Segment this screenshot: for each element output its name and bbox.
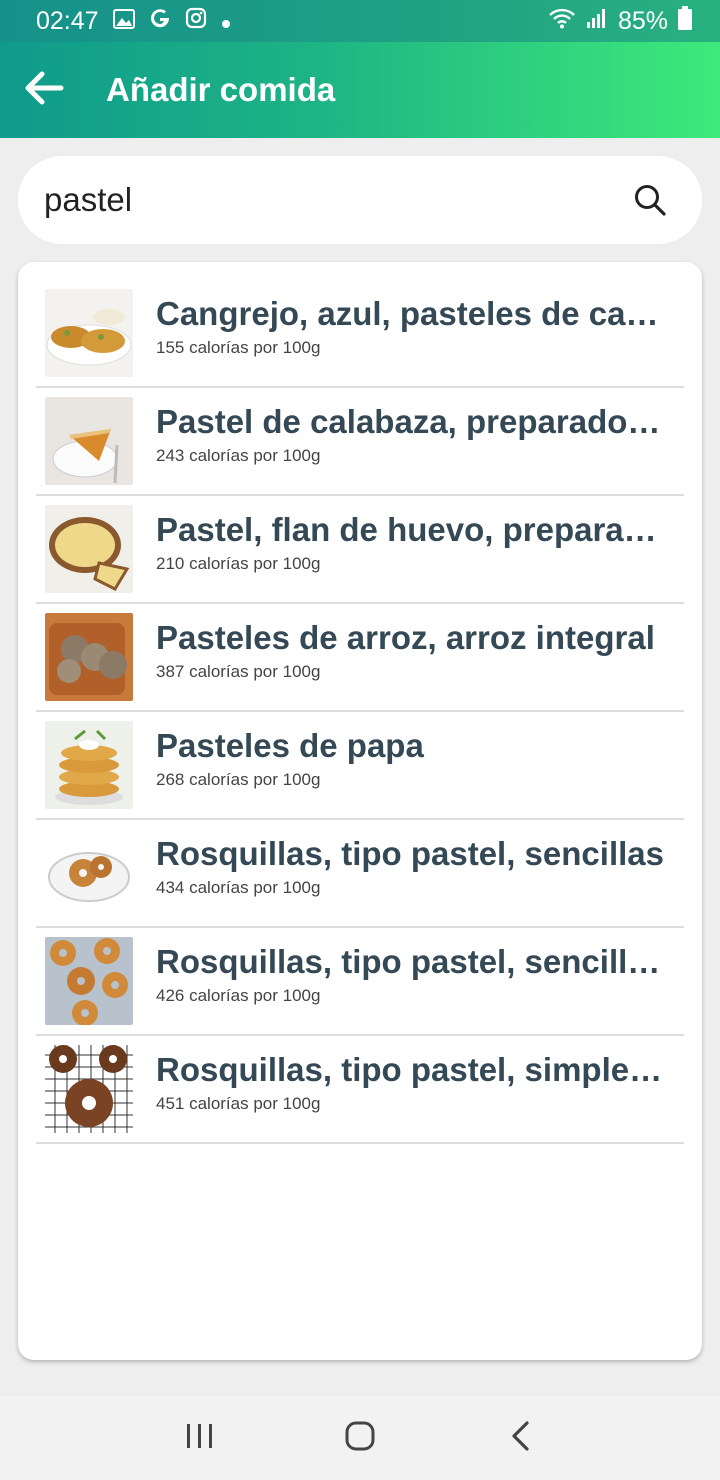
food-name: Pastel, flan de huevo, preparado comerci… (156, 511, 666, 548)
food-thumbnail (45, 721, 133, 809)
list-item[interactable]: Pasteles de papa 268 calorías por 100g (36, 712, 684, 820)
home-icon (344, 1420, 376, 1457)
list-item[interactable]: Pastel, flan de huevo, preparado comerci… (36, 496, 684, 604)
food-calories: 387 calorías por 100g (156, 662, 321, 681)
food-name: Rosquillas, tipo pastel, sencillas, azuc… (156, 943, 666, 980)
food-thumbnail (45, 1045, 133, 1133)
system-nav-bar (0, 1396, 720, 1480)
nav-back-button[interactable] (490, 1408, 550, 1468)
food-thumbnail (45, 397, 133, 485)
recent-apps-button[interactable] (170, 1408, 230, 1468)
food-calories: 155 calorías por 100g (156, 338, 321, 357)
food-name: Rosquillas, tipo pastel, sencillas (156, 835, 664, 872)
dot-icon (221, 7, 231, 36)
food-calories: 434 calorías por 100g (156, 878, 321, 897)
page-title: Añadir comida (106, 71, 336, 108)
search-icon[interactable] (626, 176, 674, 224)
food-calories: 268 calorías por 100g (156, 770, 321, 789)
image-icon (112, 7, 135, 36)
recent-apps-icon (185, 1422, 215, 1455)
food-name: Pasteles de papa (156, 727, 424, 764)
food-calories: 210 calorías por 100g (156, 554, 321, 573)
list-item[interactable]: Cangrejo, azul, pasteles de cangrejo 155… (36, 280, 684, 388)
list-item[interactable]: Rosquillas, tipo pastel, simples, con ch… (36, 1036, 684, 1144)
food-name: Pastel de calabaza, preparado comercialm… (156, 403, 666, 440)
food-thumbnail (45, 505, 133, 593)
search-bar (18, 156, 702, 244)
app-bar: Añadir comida (0, 42, 720, 138)
food-name: Rosquillas, tipo pastel, simples, con ch… (156, 1051, 666, 1088)
results-card: Cangrejo, azul, pasteles de cangrejo 155… (18, 262, 702, 1360)
battery-level: 85% (617, 6, 668, 35)
list-item[interactable]: Pasteles de arroz, arroz integral 387 ca… (36, 604, 684, 712)
list-item[interactable]: Pastel de calabaza, preparado comercialm… (36, 388, 684, 496)
food-calories: 243 calorías por 100g (156, 446, 321, 465)
food-thumbnail (45, 829, 133, 917)
status-time: 02:47 (36, 6, 99, 35)
chevron-left-icon (509, 1420, 531, 1457)
food-thumbnail (45, 289, 133, 377)
food-calories: 451 calorías por 100g (156, 1094, 321, 1113)
results-list: Cangrejo, azul, pasteles de cangrejo 155… (36, 280, 684, 1144)
food-name: Cangrejo, azul, pasteles de cangrejo (156, 295, 666, 332)
home-button[interactable] (330, 1408, 390, 1468)
food-name: Pasteles de arroz, arroz integral (156, 619, 655, 656)
google-icon (149, 7, 171, 36)
signal-icon (586, 7, 608, 36)
instagram-icon (185, 7, 207, 36)
food-thumbnail (45, 613, 133, 701)
list-item[interactable]: Rosquillas, tipo pastel, sencillas, azuc… (36, 928, 684, 1036)
list-item[interactable]: Rosquillas, tipo pastel, sencillas 434 c… (36, 820, 684, 928)
food-calories: 426 calorías por 100g (156, 986, 321, 1005)
food-thumbnail (45, 937, 133, 1025)
battery-icon (678, 5, 692, 37)
back-button[interactable] (0, 42, 88, 138)
arrow-left-icon (24, 71, 64, 110)
wifi-icon (548, 7, 576, 36)
status-bar: 02:47 85% (0, 0, 720, 42)
search-input[interactable] (44, 181, 626, 219)
